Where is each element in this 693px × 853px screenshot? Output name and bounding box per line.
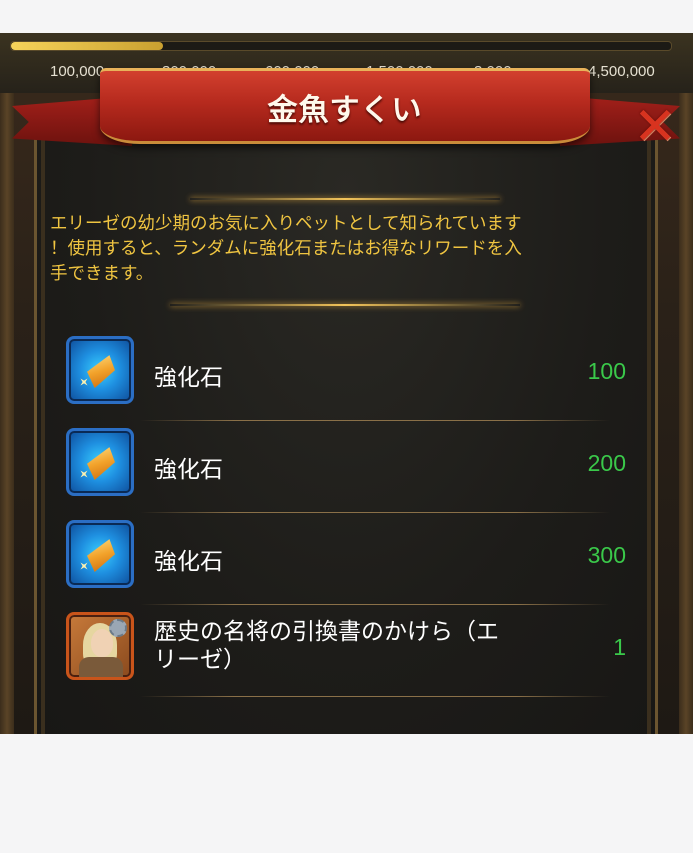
reward-name: 強化石 bbox=[154, 457, 223, 483]
reward-name-line: リーゼ） bbox=[154, 647, 246, 673]
reward-quantity: 300 bbox=[587, 542, 626, 568]
panel-border-left bbox=[41, 138, 45, 734]
description-line: ！使用すると、ランダムに強化石またはお得なリワードを入 bbox=[50, 239, 522, 259]
reward-name: 歴史の名将の引換書のかけら（エ リーゼ） bbox=[154, 618, 499, 674]
right-pillar-decoration bbox=[679, 93, 693, 734]
item-description: エリーゼの幼少期のお気に入りペットとして知られています ！使用すると、ランダムに… bbox=[50, 212, 640, 287]
row-divider bbox=[140, 420, 610, 421]
row-divider bbox=[140, 512, 610, 513]
glow-divider-top bbox=[190, 198, 500, 200]
top-margin bbox=[0, 0, 693, 33]
reward-row: 歴史の名将の引換書のかけら（エ リーゼ） 1 bbox=[62, 612, 632, 692]
reward-name: 強化石 bbox=[154, 549, 223, 575]
enhancement-stone-icon[interactable] bbox=[66, 336, 134, 404]
panel-border-right bbox=[647, 138, 651, 734]
sparkle-shape bbox=[77, 467, 91, 481]
screen: 100,000 300,000 600,000 1,500,000 3,000 … bbox=[0, 0, 693, 853]
crystal-shape bbox=[82, 349, 120, 392]
background-progress-bar bbox=[10, 41, 672, 51]
reward-row: 強化石 200 bbox=[62, 428, 632, 508]
close-x-icon[interactable]: ✕ bbox=[630, 101, 680, 153]
milestone-label: 100,000 bbox=[50, 63, 105, 80]
milestone-label: 4,500,000 bbox=[588, 63, 655, 80]
title-ribbon: 金魚すくい bbox=[100, 68, 590, 144]
portrait-body-shape bbox=[79, 657, 123, 677]
glow-divider-middle bbox=[170, 304, 520, 306]
reward-quantity: 100 bbox=[587, 358, 626, 384]
sparkle-shape bbox=[77, 559, 91, 573]
crystal-shape bbox=[82, 441, 120, 484]
left-pillar-decoration bbox=[0, 93, 14, 734]
sparkle-shape bbox=[77, 375, 91, 389]
description-line: 手できます。 bbox=[50, 264, 154, 284]
close-button[interactable]: ✕ bbox=[630, 101, 680, 158]
gear-icon bbox=[109, 619, 127, 637]
row-divider bbox=[140, 604, 610, 605]
background-progress-fill bbox=[11, 42, 163, 50]
enhancement-stone-icon[interactable] bbox=[66, 520, 134, 588]
reward-quantity: 200 bbox=[587, 450, 626, 476]
reward-row: 強化石 300 bbox=[62, 520, 632, 600]
hero-exchange-scroll-icon[interactable] bbox=[66, 612, 134, 680]
crystal-shape bbox=[82, 533, 120, 576]
reward-quantity: 1 bbox=[613, 634, 626, 660]
enhancement-stone-icon[interactable] bbox=[66, 428, 134, 496]
reward-row: 強化石 100 bbox=[62, 336, 632, 416]
reward-name-line: 歴史の名将の引換書のかけら（エ bbox=[154, 619, 499, 645]
description-line: エリーゼの幼少期のお気に入りペットとして知られています bbox=[50, 214, 522, 234]
dialog-title: 金魚すくい bbox=[267, 93, 423, 128]
bottom-margin bbox=[0, 734, 693, 853]
row-divider bbox=[140, 696, 610, 697]
reward-name: 強化石 bbox=[154, 365, 223, 391]
